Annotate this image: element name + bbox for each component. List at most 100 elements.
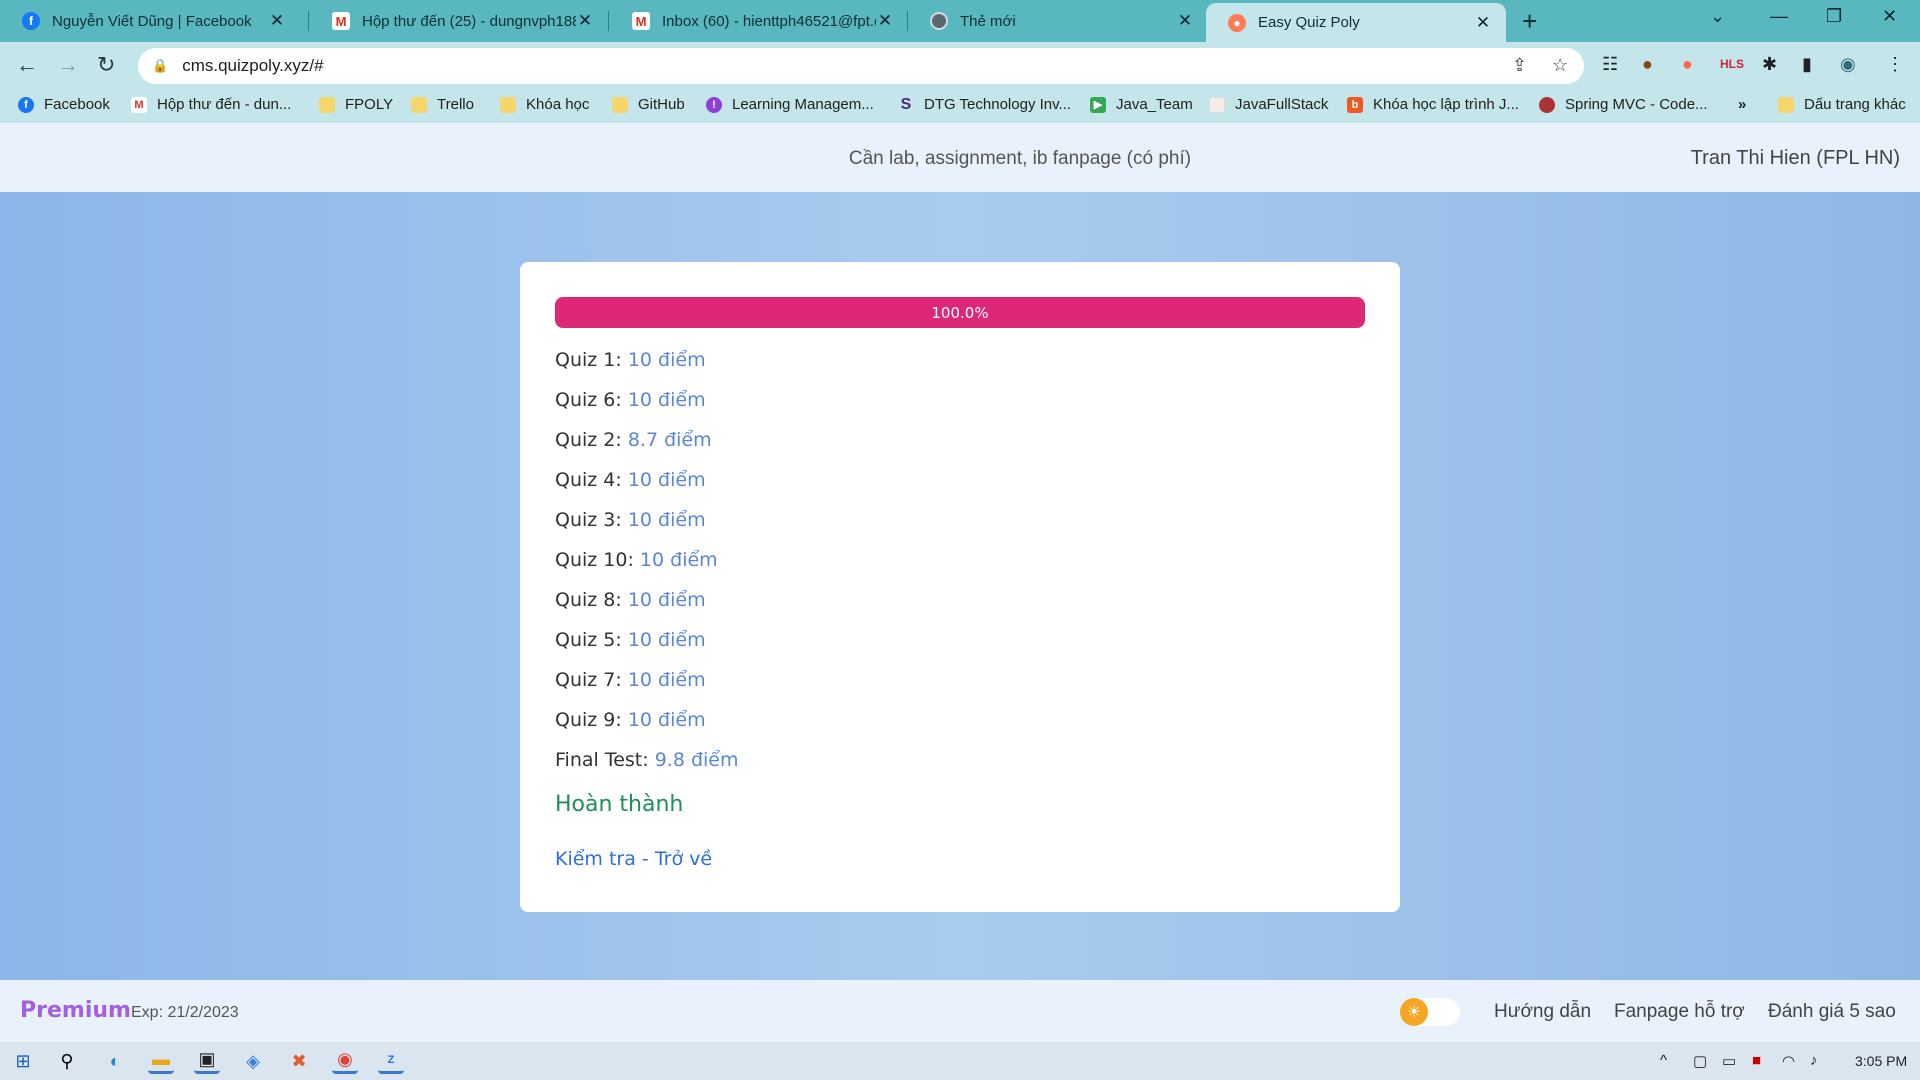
back-link[interactable]: Trở về [655,848,712,870]
tray-chevron-icon[interactable]: ^ [1660,1052,1667,1069]
minimize-icon[interactable]: — [1770,6,1788,27]
battery-icon[interactable]: ▭ [1722,1052,1736,1070]
separator: - [635,848,655,870]
gmail-icon: M [332,12,350,30]
bookmark-spring-mvc[interactable]: Spring MVC - Code... [1539,96,1708,113]
wifi-icon[interactable]: ◠ [1782,1052,1795,1070]
lock-icon[interactable]: 🔒 [152,58,168,74]
quiz-score: 10 điểm [627,709,706,731]
quiz-row: Quiz 6: 10 điểm [555,384,739,424]
user-name[interactable]: Tran Thi Hien (FPL HN) [1691,147,1900,170]
url-text[interactable]: cms.quizpoly.xyz/# [182,56,323,76]
volume-icon[interactable]: ♪ [1810,1052,1818,1069]
address-bar[interactable]: 🔒 cms.quizpoly.xyz/# ⇪ ☆ [138,48,1584,84]
quiz-name: Quiz 6: [555,389,622,411]
store-icon[interactable]: ▣ [194,1048,220,1074]
quiz-score: 10 điểm [627,589,706,611]
owl-icon: ● [1228,13,1246,32]
owl-extension-icon[interactable]: ● [1682,54,1693,75]
meet-now-icon[interactable]: ▢ [1693,1052,1707,1070]
quiz-name: Quiz 8: [555,589,622,611]
extension-list-icon[interactable]: ☷ [1602,54,1618,75]
close-icon[interactable]: ✕ [1176,11,1194,31]
close-icon[interactable]: ✕ [268,11,286,31]
taskbar-clock[interactable]: 3:05 PM [1855,1053,1907,1069]
hls-extension-icon[interactable]: HLS [1720,57,1744,71]
edge-icon[interactable]: ◐ [102,1048,128,1074]
xampp-icon[interactable]: ✖ [286,1048,312,1074]
quiz-row: Quiz 5: 10 điểm [555,624,739,664]
quiz-score: 10 điểm [627,509,706,531]
bookmark-label: JavaFullStack [1235,96,1329,113]
back-icon[interactable]: ← [16,52,38,78]
tab-facebook[interactable]: f Nguyễn Viết Dũng | Facebook ✕ [0,0,300,42]
rate-5-stars-link[interactable]: Đánh giá 5 sao [1768,1001,1896,1023]
bookmark-label: Hộp thư đến - dun... [157,96,292,113]
file-explorer-icon[interactable]: ▬ [148,1048,174,1074]
quiz-name: Final Test: [555,749,649,771]
reload-icon[interactable]: ↻ [97,52,115,78]
check-link[interactable]: Kiểm tra [555,848,636,870]
search-icon[interactable]: ⚲ [54,1048,80,1074]
bookmark-trello[interactable]: Trello [411,96,474,113]
tab-gmail-fpt[interactable]: M Inbox (60) - hienttph46521@fpt.e ✕ [610,0,908,42]
tab-title: Inbox (60) - hienttph46521@fpt.e [662,12,876,30]
quiz-row: Final Test: 9.8 điểm [555,744,739,784]
site-header: Cần lab, assignment, ib fanpage (có phí)… [0,123,1920,192]
bookmark-facebook[interactable]: f Facebook [18,96,110,113]
action-links: Kiểm tra - Trở về [555,848,712,870]
bookmark-khoa-hoc-lap-trinh[interactable]: b Khóa học lập trình J... [1347,96,1519,113]
close-icon[interactable]: ✕ [876,11,894,31]
zalo-icon[interactable]: Z [378,1048,404,1074]
bookmark-github[interactable]: GitHub [612,96,685,113]
teams-icon[interactable]: ◈ [240,1048,266,1074]
share-icon[interactable]: ⇪ [1512,55,1527,76]
fanpage-support-link[interactable]: Fanpage hỗ trợ [1614,1001,1745,1023]
close-icon[interactable]: ✕ [1474,13,1492,33]
site-footer: Premium Exp: 21/2/2023 ☀ Hướng dẫn Fanpa… [0,980,1920,1042]
new-tab-icon[interactable]: + [1522,6,1537,37]
bookmark-fpoly[interactable]: FPOLY [319,96,393,113]
bookmark-label: Trello [437,96,474,113]
puzzle-icon[interactable]: ✱ [1762,54,1777,75]
bookmark-javafullstack[interactable]: JavaFullStack [1209,96,1328,113]
quiz-row: Quiz 10: 10 điểm [555,544,739,584]
restore-icon[interactable]: ❐ [1826,6,1842,27]
security-icon[interactable]: ■ [1752,1052,1761,1069]
promo-text[interactable]: Cần lab, assignment, ib fanpage (có phí) [0,148,1920,170]
close-window-icon[interactable]: ✕ [1882,6,1897,27]
bookmarks-bar: f Facebook M Hộp thư đến - dun... FPOLY Tr… [0,89,1920,123]
bookmark-java-team[interactable]: ▶ Java_Team [1090,96,1193,113]
tab-title: Thẻ mới [960,12,1016,30]
quiz-score: 8.7 điểm [627,429,712,451]
cookie-icon[interactable]: ● [1642,54,1653,75]
windows-start-icon[interactable]: ⊞ [10,1048,36,1074]
tab-easy-quiz-poly[interactable]: ● Easy Quiz Poly ✕ [1206,3,1506,42]
menu-kebab-icon[interactable]: ⋮ [1886,54,1904,75]
quiz-row: Quiz 4: 10 điểm [555,464,739,504]
quiz-name: Quiz 3: [555,509,622,531]
quiz-name: Quiz 2: [555,429,622,451]
bookmark-khoa-hoc[interactable]: Khóa học [500,96,589,113]
folder-icon [500,96,516,113]
bookmark-gmail[interactable]: M Hộp thư đến - dun... [131,96,291,113]
tab-new[interactable]: Thẻ mới ✕ [908,0,1208,42]
bookmark-star-icon[interactable]: ☆ [1552,55,1568,76]
sidepanel-icon[interactable]: ▮ [1802,54,1812,75]
bookmark-lms[interactable]: ! Learning Managem... [706,96,874,113]
bookmark-dtg[interactable]: S DTG Technology Inv... [898,96,1071,114]
bookmark-other[interactable]: Dấu trang khác [1778,96,1906,113]
forward-icon[interactable]: → [57,52,79,78]
profile-avatar-icon[interactable]: ◉ [1840,54,1856,75]
tab-search-icon[interactable]: ⌄ [1710,6,1725,27]
folder-icon [319,96,335,113]
guide-link[interactable]: Hướng dẫn [1494,1001,1591,1023]
tab-gmail-inbox[interactable]: M Hộp thư đến (25) - dungnvph188 ✕ [310,0,608,42]
folder-icon [411,96,427,113]
close-icon[interactable]: ✕ [576,11,594,31]
bookmarks-more[interactable]: » [1738,96,1746,113]
progress-label: 100.0% [931,303,989,322]
theme-toggle[interactable]: ☀ [1400,998,1460,1026]
chrome-icon[interactable]: ◉ [332,1048,358,1074]
tab-title: Hộp thư đến (25) - dungnvph188 [362,12,576,30]
